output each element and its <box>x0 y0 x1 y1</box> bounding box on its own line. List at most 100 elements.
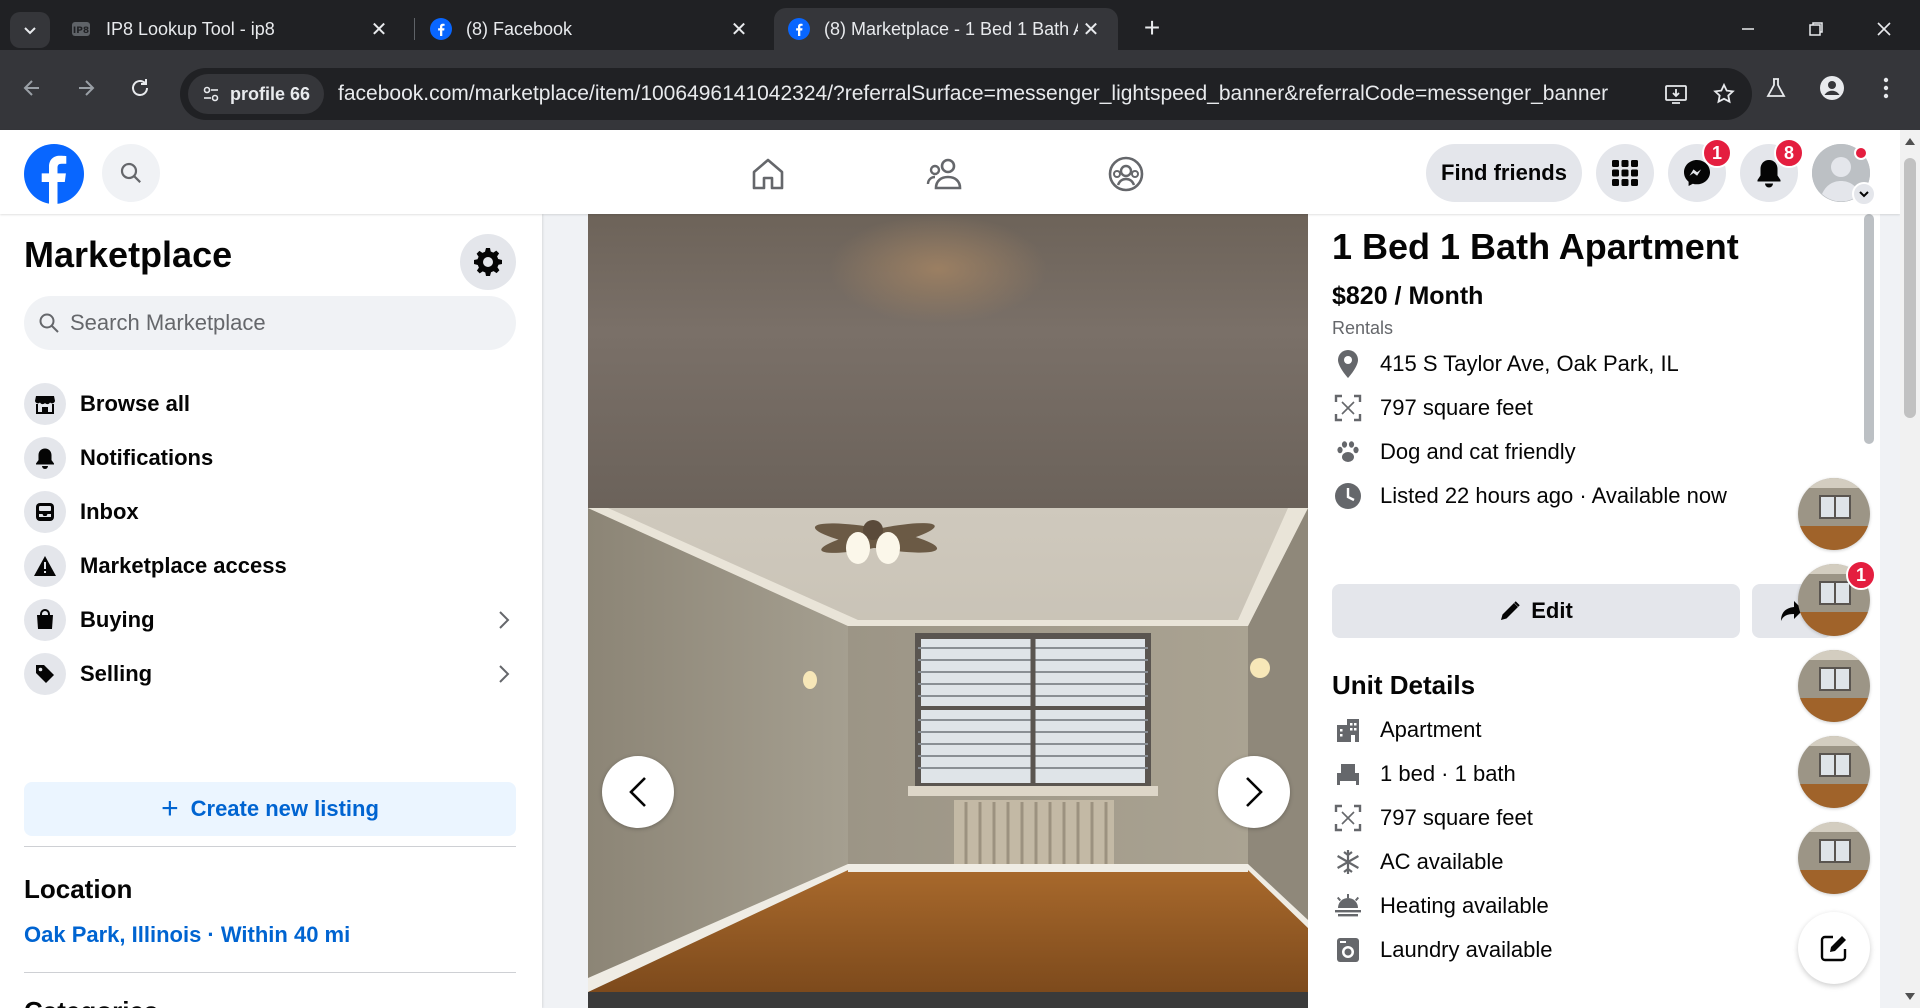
scrollbar-thumb[interactable] <box>1904 158 1916 418</box>
location-link[interactable]: Oak Park, Illinois · Within 40 mi <box>24 922 350 948</box>
new-tab-button[interactable]: + <box>1136 12 1168 44</box>
svg-text:IP8: IP8 <box>73 26 89 36</box>
notifications-button[interactable]: 8 <box>1740 138 1804 202</box>
listing-time: Listed 22 hours ago · Available now <box>1380 483 1727 508</box>
back-button[interactable] <box>12 68 52 108</box>
reload-icon <box>132 79 148 96</box>
listing-address[interactable]: 415 S Taylor Ave, Oak Park, IL <box>1380 351 1679 377</box>
nav-groups[interactable] <box>1096 144 1156 204</box>
messenger-button[interactable]: 1 <box>1668 138 1732 202</box>
sidebar-item-label: Selling <box>80 661 153 686</box>
nav-home[interactable] <box>738 144 798 204</box>
arrow-right-icon <box>79 80 95 96</box>
close-window-button[interactable] <box>1854 8 1914 50</box>
sidebar-item-buying[interactable]: Buying <box>24 592 516 648</box>
close-tab-icon[interactable]: ✕ <box>366 16 392 42</box>
plus-icon: + <box>161 792 179 825</box>
page-scrollbar[interactable] <box>1900 130 1920 1008</box>
address-bar[interactable]: profile 66 facebook.com/marketplace/item… <box>180 68 1752 120</box>
search-icon <box>39 313 59 333</box>
chat-head[interactable] <box>1798 822 1870 894</box>
categories-heading: Categories <box>24 996 158 1008</box>
install-app-button[interactable] <box>1656 74 1696 114</box>
gear-icon <box>474 248 502 276</box>
account-menu-chevron[interactable] <box>1852 182 1876 206</box>
flask-icon <box>1766 78 1786 97</box>
tab-marketplace[interactable]: (8) Marketplace - 1 Bed 1 Bath Apartment… <box>774 8 1118 50</box>
minimize-icon <box>1742 28 1754 30</box>
inbox-icon <box>24 491 66 533</box>
close-tab-icon[interactable]: ✕ <box>1078 16 1104 42</box>
building-icon <box>1332 714 1364 746</box>
scroll-up-arrow-icon[interactable] <box>1905 138 1915 145</box>
create-new-listing-button[interactable]: + Create new listing <box>24 782 516 836</box>
chat-head[interactable] <box>1798 736 1870 808</box>
profile-button[interactable] <box>1812 68 1852 108</box>
home-icon <box>752 158 784 190</box>
chat-head[interactable] <box>1798 650 1870 722</box>
tab-title: (8) Facebook <box>466 18 573 39</box>
arrow-left-icon <box>23 80 39 96</box>
chat-head[interactable] <box>1798 478 1870 550</box>
listing-size-row: 797 square feet <box>1332 392 1533 424</box>
sidebar-item-marketplace-access[interactable]: Marketplace access <box>24 538 516 594</box>
unit-detail-row: 1 bed · 1 bath <box>1332 758 1516 790</box>
minimize-button[interactable] <box>1718 8 1778 50</box>
facebook-logo-icon[interactable] <box>24 144 84 204</box>
marketplace-search[interactable] <box>24 296 516 350</box>
chat-head-thumbnail <box>1798 736 1870 808</box>
sidebar-item-selling[interactable]: Selling <box>24 646 516 702</box>
tab-ip8[interactable]: IP8 IP8 Lookup Tool - ip8 ✕ <box>56 8 406 50</box>
groups-icon <box>1108 156 1144 192</box>
profile-chip[interactable]: profile 66 <box>188 74 325 114</box>
account-avatar[interactable] <box>1812 144 1876 206</box>
next-photo-button[interactable] <box>1218 756 1290 828</box>
forward-button[interactable] <box>66 68 106 108</box>
marketplace-search-input[interactable] <box>70 310 490 336</box>
notifications-badge: 8 <box>1774 138 1804 168</box>
facebook-favicon-icon <box>430 18 452 40</box>
labs-button[interactable] <box>1756 68 1796 108</box>
edit-listing-button[interactable]: Edit <box>1332 584 1740 638</box>
bookmark-button[interactable] <box>1704 74 1744 114</box>
divider <box>24 972 516 973</box>
find-friends-button[interactable]: Find friends <box>1426 144 1582 202</box>
listing-time-row: Listed 22 hours ago · Available now <box>1332 480 1727 512</box>
sidebar-item-inbox[interactable]: Inbox <box>24 484 516 540</box>
menu-button[interactable] <box>1596 144 1654 202</box>
restore-button[interactable] <box>1786 8 1846 50</box>
heating-icon <box>1332 890 1364 922</box>
reload-button[interactable] <box>120 68 160 108</box>
nav-friends[interactable] <box>916 144 976 204</box>
photo-footer <box>588 992 1308 1008</box>
sidebar-item-browse-all[interactable]: Browse all <box>24 376 516 432</box>
browser-menu-button[interactable] <box>1866 68 1906 108</box>
storefront-icon <box>24 383 66 425</box>
tab-search-button[interactable] <box>10 12 50 48</box>
sidebar-item-label: Notifications <box>80 445 214 470</box>
sidebar-item-notifications[interactable]: Notifications <box>24 430 516 486</box>
tab-facebook[interactable]: (8) Facebook ✕ <box>416 8 766 50</box>
listing-photo <box>588 508 1308 992</box>
listing-title: 1 Bed 1 Bath Apartment <box>1332 226 1739 267</box>
previous-photo-button[interactable] <box>602 756 674 828</box>
listing-address-row: 415 S Taylor Ave, Oak Park, IL <box>1332 348 1679 380</box>
facebook-search-button[interactable] <box>102 144 160 202</box>
chevron-right-icon <box>492 608 516 632</box>
close-tab-icon[interactable]: ✕ <box>726 16 752 42</box>
divider <box>24 846 516 847</box>
area-icon <box>1332 392 1364 424</box>
location-heading: Location <box>24 874 133 904</box>
shopping-bag-icon <box>24 599 66 641</box>
new-message-button[interactable] <box>1798 912 1870 984</box>
scroll-down-arrow-icon[interactable] <box>1905 993 1915 1000</box>
warning-icon <box>24 545 66 587</box>
sidebar-title: Marketplace <box>24 234 233 275</box>
chat-head[interactable]: 1 <box>1798 560 1876 636</box>
details-scrollbar[interactable] <box>1864 214 1874 444</box>
blurred-photo-backdrop <box>588 214 1308 508</box>
marketplace-settings-button[interactable] <box>460 234 516 290</box>
listing-category[interactable]: Rentals <box>1332 318 1393 339</box>
url-text[interactable]: facebook.com/marketplace/item/1006496141… <box>338 82 1656 106</box>
chevron-down-icon <box>1859 191 1869 198</box>
